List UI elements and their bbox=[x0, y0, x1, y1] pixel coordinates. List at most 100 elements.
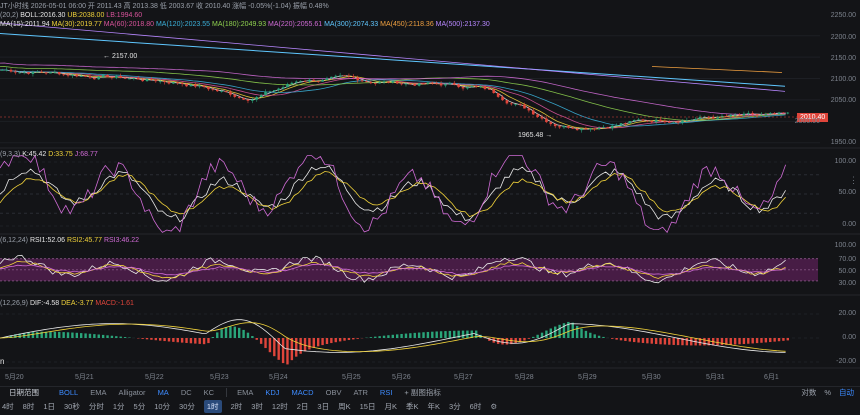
macd-bar bbox=[325, 338, 329, 345]
chart-workspace[interactable]: JT小时线 2026-05-01 06:00 开 2011.43 高 2013.… bbox=[0, 0, 860, 415]
timeframe-18[interactable]: 季K bbox=[406, 401, 419, 412]
date-tick: 5月27 bbox=[454, 374, 473, 381]
indicator-boll[interactable]: BOLL bbox=[59, 388, 78, 397]
timeframe-5[interactable]: 1分 bbox=[113, 401, 125, 412]
macd-bar bbox=[536, 334, 539, 338]
indicator-dc[interactable]: DC bbox=[181, 388, 192, 397]
macd-bar bbox=[716, 338, 719, 346]
macd-bar bbox=[36, 331, 39, 338]
settings-icon[interactable]: ⚙ bbox=[490, 402, 497, 411]
sub-indicator-obv[interactable]: OBV bbox=[326, 388, 342, 397]
candle-body bbox=[474, 86, 478, 87]
macd-bar bbox=[628, 338, 632, 342]
indicator-ema[interactable]: EMA bbox=[90, 388, 106, 397]
timeframe-11[interactable]: 3时 bbox=[251, 401, 263, 412]
timeframe-20[interactable]: 3分 bbox=[449, 401, 461, 412]
low-marker: 1965.48 → bbox=[518, 132, 553, 139]
timeframe-4[interactable]: 分时 bbox=[89, 401, 104, 412]
timeframe-9[interactable]: 1时 bbox=[203, 399, 222, 413]
panel-resize-icon[interactable]: ⋮ bbox=[849, 176, 858, 185]
scroll-handle-icon[interactable]: n bbox=[0, 357, 4, 366]
timeframe-14[interactable]: 3日 bbox=[317, 401, 329, 412]
timeframe-0[interactable]: 4时 bbox=[2, 401, 14, 412]
add-sub-indicator-button[interactable]: + 副图指标 bbox=[404, 387, 440, 398]
candle-body bbox=[413, 83, 417, 86]
sub-indicator-macd[interactable]: MACD bbox=[292, 388, 314, 397]
sub-indicator-rsi[interactable]: RSI bbox=[380, 388, 393, 397]
candle-body bbox=[242, 97, 245, 100]
candle-body bbox=[259, 94, 263, 98]
sub-indicator-kdj[interactable]: KDJ bbox=[265, 388, 279, 397]
candle-body bbox=[571, 127, 575, 129]
log-scale-toggle[interactable]: 对数 bbox=[801, 387, 816, 398]
ma15-label: MA(15):2011.94 bbox=[0, 21, 50, 28]
macd-bar bbox=[580, 328, 583, 338]
timeframe-1[interactable]: 8时 bbox=[23, 401, 35, 412]
candle-body bbox=[352, 76, 355, 78]
timeframe-10[interactable]: 2时 bbox=[231, 401, 243, 412]
candle-body bbox=[88, 76, 92, 78]
macd-bar bbox=[589, 332, 592, 338]
macd-bar bbox=[251, 336, 254, 338]
ma300-label: MA(300):2074.33 bbox=[324, 21, 379, 28]
timeframe-6[interactable]: 5分 bbox=[134, 401, 146, 412]
macd-dif: DIF:-4.58 bbox=[29, 300, 60, 307]
macd-bar bbox=[624, 338, 627, 341]
timeframe-7[interactable]: 10分 bbox=[154, 401, 170, 412]
timeframe-16[interactable]: 15日 bbox=[360, 401, 376, 412]
candle-body bbox=[632, 119, 636, 121]
percent-scale-toggle[interactable]: % bbox=[824, 388, 831, 397]
macd-bar bbox=[663, 338, 667, 345]
candle-body bbox=[654, 119, 658, 123]
candle-body bbox=[163, 81, 166, 83]
macd-bar bbox=[207, 338, 210, 344]
sub-indicator-ema[interactable]: EMA bbox=[237, 388, 253, 397]
timeframe-17[interactable]: 月K bbox=[384, 401, 397, 412]
timeframe-21[interactable]: 6时 bbox=[470, 401, 482, 412]
macd-bar bbox=[158, 338, 162, 341]
candle-body bbox=[268, 91, 272, 93]
timeframe-8[interactable]: 30分 bbox=[179, 401, 195, 412]
macd-bar bbox=[110, 335, 114, 338]
macd-bar bbox=[255, 338, 258, 340]
indicator-kc[interactable]: KC bbox=[204, 388, 214, 397]
candle-body bbox=[395, 80, 399, 84]
timeframe-3[interactable]: 30秒 bbox=[64, 401, 80, 412]
chart-canvas[interactable] bbox=[0, 0, 860, 415]
timeframe-13[interactable]: 2日 bbox=[297, 401, 309, 412]
candle-body bbox=[360, 80, 364, 82]
macd-bar bbox=[220, 329, 223, 338]
candle-body bbox=[220, 91, 223, 92]
candle-body bbox=[619, 123, 623, 126]
macd-bar bbox=[729, 338, 732, 345]
rsi-3: RSI3:46.22 bbox=[103, 237, 139, 244]
candle-body bbox=[382, 81, 386, 83]
candle-body bbox=[755, 114, 759, 116]
indicator-alligator[interactable]: Alligator bbox=[118, 388, 145, 397]
macd-bar bbox=[338, 338, 342, 342]
candle-body bbox=[251, 99, 254, 101]
candle-body bbox=[518, 104, 522, 105]
date-tick: 5月25 bbox=[342, 374, 361, 381]
macd-bar bbox=[115, 336, 118, 338]
timeframe-19[interactable]: 年K bbox=[427, 401, 440, 412]
macd-bar bbox=[237, 327, 241, 338]
candle-body bbox=[119, 75, 122, 78]
date-range-button[interactable]: 日期范围 bbox=[9, 387, 39, 398]
candle-body bbox=[400, 83, 403, 85]
date-tick: 5月31 bbox=[706, 374, 725, 381]
candle-body bbox=[14, 71, 17, 73]
candle-body bbox=[198, 85, 201, 87]
indicator-ma[interactable]: MA bbox=[158, 388, 169, 397]
timeframe-12[interactable]: 12时 bbox=[272, 401, 288, 412]
macd-bar bbox=[101, 334, 105, 338]
timeframe-15[interactable]: 周K bbox=[338, 401, 351, 412]
candle-body bbox=[575, 128, 579, 131]
candle-body bbox=[136, 78, 140, 80]
candle-body bbox=[79, 75, 83, 77]
price-axis-label: 2050.00 bbox=[830, 97, 856, 104]
timeframe-2[interactable]: 1日 bbox=[43, 401, 55, 412]
auto-scale-toggle[interactable]: 自动 bbox=[839, 387, 854, 398]
macd-axis-label: 20.00 bbox=[838, 310, 856, 317]
sub-indicator-atr[interactable]: ATR bbox=[353, 388, 367, 397]
